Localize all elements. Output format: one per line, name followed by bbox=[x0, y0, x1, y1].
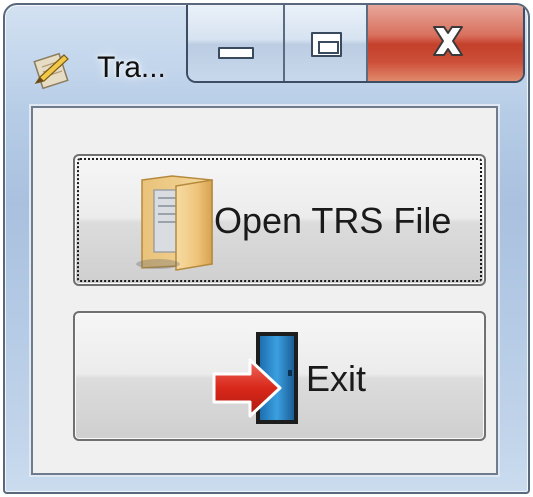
minimize-button[interactable] bbox=[188, 5, 285, 81]
title-bar[interactable]: Tra... bbox=[5, 5, 528, 101]
client-area: Open TRS File Exit bbox=[31, 106, 498, 475]
open-trs-file-button[interactable]: Open TRS File bbox=[73, 154, 486, 286]
window-title: Tra... bbox=[97, 51, 166, 84]
exit-button[interactable]: Exit bbox=[73, 311, 486, 441]
folder-documents-icon bbox=[128, 174, 224, 274]
exit-label: Exit bbox=[306, 358, 367, 399]
close-icon bbox=[428, 21, 468, 61]
close-button[interactable] bbox=[368, 5, 523, 81]
minimize-icon bbox=[218, 47, 254, 59]
notepad-pencil-icon[interactable] bbox=[30, 47, 74, 91]
open-trs-file-label: Open TRS File bbox=[214, 200, 452, 241]
maximize-button[interactable] bbox=[285, 5, 368, 81]
caption-buttons bbox=[186, 5, 525, 83]
maximize-icon bbox=[311, 32, 342, 57]
app-window: Tra... Open TRS File Exit bbox=[3, 3, 530, 494]
